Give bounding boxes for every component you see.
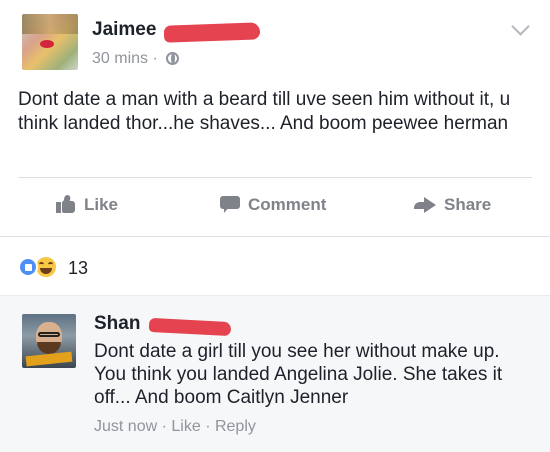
avatar-badge [25,351,73,367]
avatar-lips [40,40,54,48]
reaction-count[interactable]: 13 [68,258,88,279]
comment-button[interactable]: Comment [220,195,326,215]
comment-like-link[interactable]: Like [171,418,200,435]
commenter-avatar[interactable] [22,314,76,368]
comment-text: Dont date a girl till you see her withou… [94,341,503,408]
comment-bubble-icon [220,196,240,213]
share-button[interactable]: Share [414,195,491,215]
globe-icon[interactable] [166,52,180,65]
avatar-hair [22,14,78,34]
comment-reply-link[interactable]: Reply [215,418,256,435]
chevron-down-icon[interactable] [511,17,530,36]
meta-separator: · [161,418,172,435]
post-text: Dont date a man with a beard till uve se… [18,89,511,134]
like-label: Like [84,195,119,214]
redaction-mark [148,317,232,337]
meta-separator: · [152,50,158,67]
comment-time[interactable]: Just now [94,418,157,435]
avatar-glasses [38,332,60,337]
post-author-name[interactable]: Jaimee [92,19,156,41]
comment-author-name[interactable]: Shan [94,313,140,335]
post-meta: 30 mins · [92,50,180,68]
author-avatar[interactable] [22,14,78,70]
divider [18,177,532,178]
like-button[interactable]: Like [56,194,119,215]
comment-label: Comment [248,195,327,214]
redaction-mark [163,22,261,43]
reactions-bar[interactable]: 13 [0,236,550,295]
like-reaction-icon [18,257,38,277]
comment-section: Shan Dont date a girl till you see her w… [0,296,550,452]
post-actions: Like Comment Share [0,190,550,222]
share-arrow-icon [414,197,436,213]
meta-separator: · [205,418,215,435]
share-label: Share [444,195,492,214]
post-card: Jaimee 30 mins · Dont date a man with a … [0,0,550,236]
post-timestamp[interactable]: 30 mins [92,50,148,67]
thumbs-up-icon [56,194,76,213]
comment-meta: Just now · Like · Reply [94,418,256,436]
